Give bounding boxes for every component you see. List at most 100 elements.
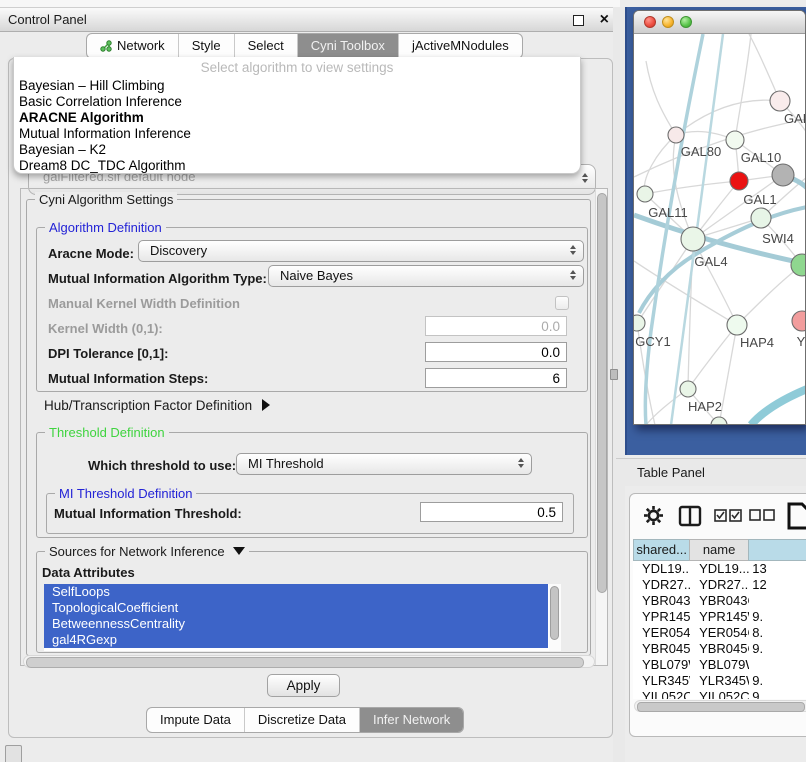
table-row[interactable]: YER054CYER054C8. (633, 625, 806, 641)
kernel-width-field[interactable] (425, 316, 567, 336)
hub-definition-toggle[interactable]: Hub/Transcription Factor Definition (44, 398, 270, 413)
mi-algorithm-type-select[interactable]: Naive Bayes (268, 265, 584, 287)
algorithm-option[interactable]: Bayesian – Hill Climbing (19, 78, 575, 94)
network-node[interactable] (680, 381, 696, 397)
network-node[interactable] (726, 131, 744, 149)
tab-network[interactable]: Network (87, 34, 179, 58)
table-row[interactable]: YDR27...YDR27...12 (633, 577, 806, 593)
algorithm-option[interactable]: Basic Correlation Inference (19, 94, 575, 110)
table-cell: 9. (749, 689, 806, 699)
network-edge (751, 389, 806, 425)
table-row[interactable]: YBL079WYBL079W (633, 657, 806, 673)
apply-button[interactable]: Apply (267, 674, 340, 697)
table-row[interactable]: YIL052CYIL052C9. (633, 689, 806, 699)
tab-network-label: Network (117, 34, 165, 58)
network-node[interactable] (668, 127, 684, 143)
network-node[interactable] (751, 208, 771, 228)
table-header: shared... name (633, 539, 806, 561)
column-header-name[interactable]: name (689, 539, 748, 561)
manual-kernel-width-checkbox[interactable] (555, 296, 569, 310)
network-view-window[interactable]: GAL80GAL10GALGAL1GAL11SWI4GAL4GCY1HAP4YH… (633, 10, 806, 425)
float-window-icon[interactable] (573, 15, 584, 26)
close-icon[interactable]: × (600, 9, 609, 31)
network-node[interactable] (727, 315, 747, 335)
tab-jactivemnodules[interactable]: jActiveMNodules (399, 34, 522, 58)
checked-pair-icon[interactable] (714, 509, 742, 522)
tab-style[interactable]: Style (179, 34, 235, 58)
network-node[interactable] (681, 227, 705, 251)
gear-icon[interactable] (643, 505, 664, 526)
column-header-shared[interactable]: shared... (633, 539, 689, 561)
network-window-titlebar[interactable] (634, 11, 805, 34)
column-header-third[interactable] (748, 539, 806, 561)
tab-jactivemnodules-label: jActiveMNodules (412, 34, 509, 58)
network-node[interactable] (637, 186, 653, 202)
table-panel-body: shared... name YDL19...YDL19...13YDR27..… (629, 493, 806, 737)
tab-cyni-toolbox[interactable]: Cyni Toolbox (298, 34, 399, 58)
tab-infer-network[interactable]: Infer Network (360, 708, 463, 732)
attribute-item[interactable]: BetweennessCentrality (44, 616, 548, 632)
manual-kernel-width-label: Manual Kernel Width Definition (48, 296, 240, 311)
network-node[interactable] (772, 164, 794, 186)
table-cell (749, 657, 806, 673)
table-cell: YER054C (690, 625, 749, 641)
mi-threshold-field[interactable] (420, 502, 563, 522)
network-node[interactable] (730, 172, 748, 190)
expand-arrow-icon (233, 547, 245, 555)
scrollbar-thumb[interactable] (597, 193, 607, 593)
algorithm-option[interactable]: ARACNE Algorithm (19, 110, 575, 126)
tab-discretize-data[interactable]: Discretize Data (245, 708, 360, 732)
algorithm-dropdown-placeholder: Select algorithm to view settings (14, 60, 580, 75)
network-node[interactable] (770, 91, 790, 111)
network-node[interactable] (634, 315, 645, 331)
node-label: SWI4 (762, 231, 794, 246)
settings-horizontal-scrollbar[interactable] (23, 655, 595, 668)
which-threshold-value: MI Threshold (248, 454, 324, 474)
attribute-item[interactable]: SelfLoops (44, 584, 548, 600)
split-view-icon[interactable] (678, 505, 702, 527)
tab-impute-data[interactable]: Impute Data (147, 708, 245, 732)
scrollbar-thumb[interactable] (26, 657, 584, 668)
network-node[interactable] (792, 311, 806, 331)
algorithm-option[interactable]: Dream8 DC_TDC Algorithm (19, 158, 575, 174)
scrollbar-thumb[interactable] (637, 702, 805, 712)
settings-vertical-scrollbar[interactable] (595, 189, 607, 665)
attribute-item[interactable]: gal4RGexp (44, 632, 548, 648)
scrollbar-thumb[interactable] (550, 586, 559, 640)
attribute-item[interactable]: TopologicalCoefficient (44, 600, 548, 616)
table-cell (749, 593, 806, 609)
table-row[interactable]: YLR345WYLR345W9. (633, 673, 806, 689)
algorithm-option[interactable]: Mutual Information Inference (19, 126, 575, 142)
close-traffic-icon[interactable] (644, 16, 656, 28)
collapsed-panel-button[interactable] (5, 745, 22, 762)
unchecked-pair-icon[interactable] (749, 509, 775, 521)
aracne-mode-select[interactable]: Discovery (138, 240, 584, 262)
table-cell: YPR145W (633, 609, 690, 625)
tab-style-label: Style (192, 34, 221, 58)
mi-steps-label: Mutual Information Steps: (48, 371, 208, 386)
minimize-traffic-icon[interactable] (662, 16, 674, 28)
table-row[interactable]: YBR043CYBR043C (633, 593, 806, 609)
table-row[interactable]: YBR045CYBR045C9. (633, 641, 806, 657)
table-row[interactable]: YPR145WYPR145W9. (633, 609, 806, 625)
dpi-tolerance-field[interactable] (425, 342, 567, 362)
network-edge (646, 61, 676, 135)
algorithm-option[interactable]: Bayesian – K2 (19, 142, 575, 158)
tab-discretize-data-label: Discretize Data (258, 708, 346, 732)
sources-title[interactable]: Sources for Network Inference (45, 544, 249, 559)
top-strip (0, 0, 620, 7)
divider-grip[interactable] (610, 369, 618, 380)
table-row[interactable]: YDL19...YDL19...13 (633, 561, 806, 577)
data-attributes-list[interactable]: SelfLoopsTopologicalCoefficientBetweenne… (44, 584, 561, 651)
table-horizontal-scrollbar[interactable] (634, 700, 806, 712)
file-icon[interactable] (787, 502, 806, 530)
zoom-traffic-icon[interactable] (680, 16, 692, 28)
network-canvas[interactable]: GAL80GAL10GALGAL1GAL11SWI4GAL4GCY1HAP4YH… (634, 34, 806, 425)
table-cell: YBR045C (633, 641, 690, 657)
which-threshold-select[interactable]: MI Threshold (236, 453, 532, 475)
mi-steps-field[interactable] (425, 368, 567, 388)
panel-divider[interactable] (613, 7, 625, 762)
list-scrollbar[interactable] (549, 584, 561, 651)
tab-select[interactable]: Select (235, 34, 298, 58)
tab-select-label: Select (248, 34, 284, 58)
